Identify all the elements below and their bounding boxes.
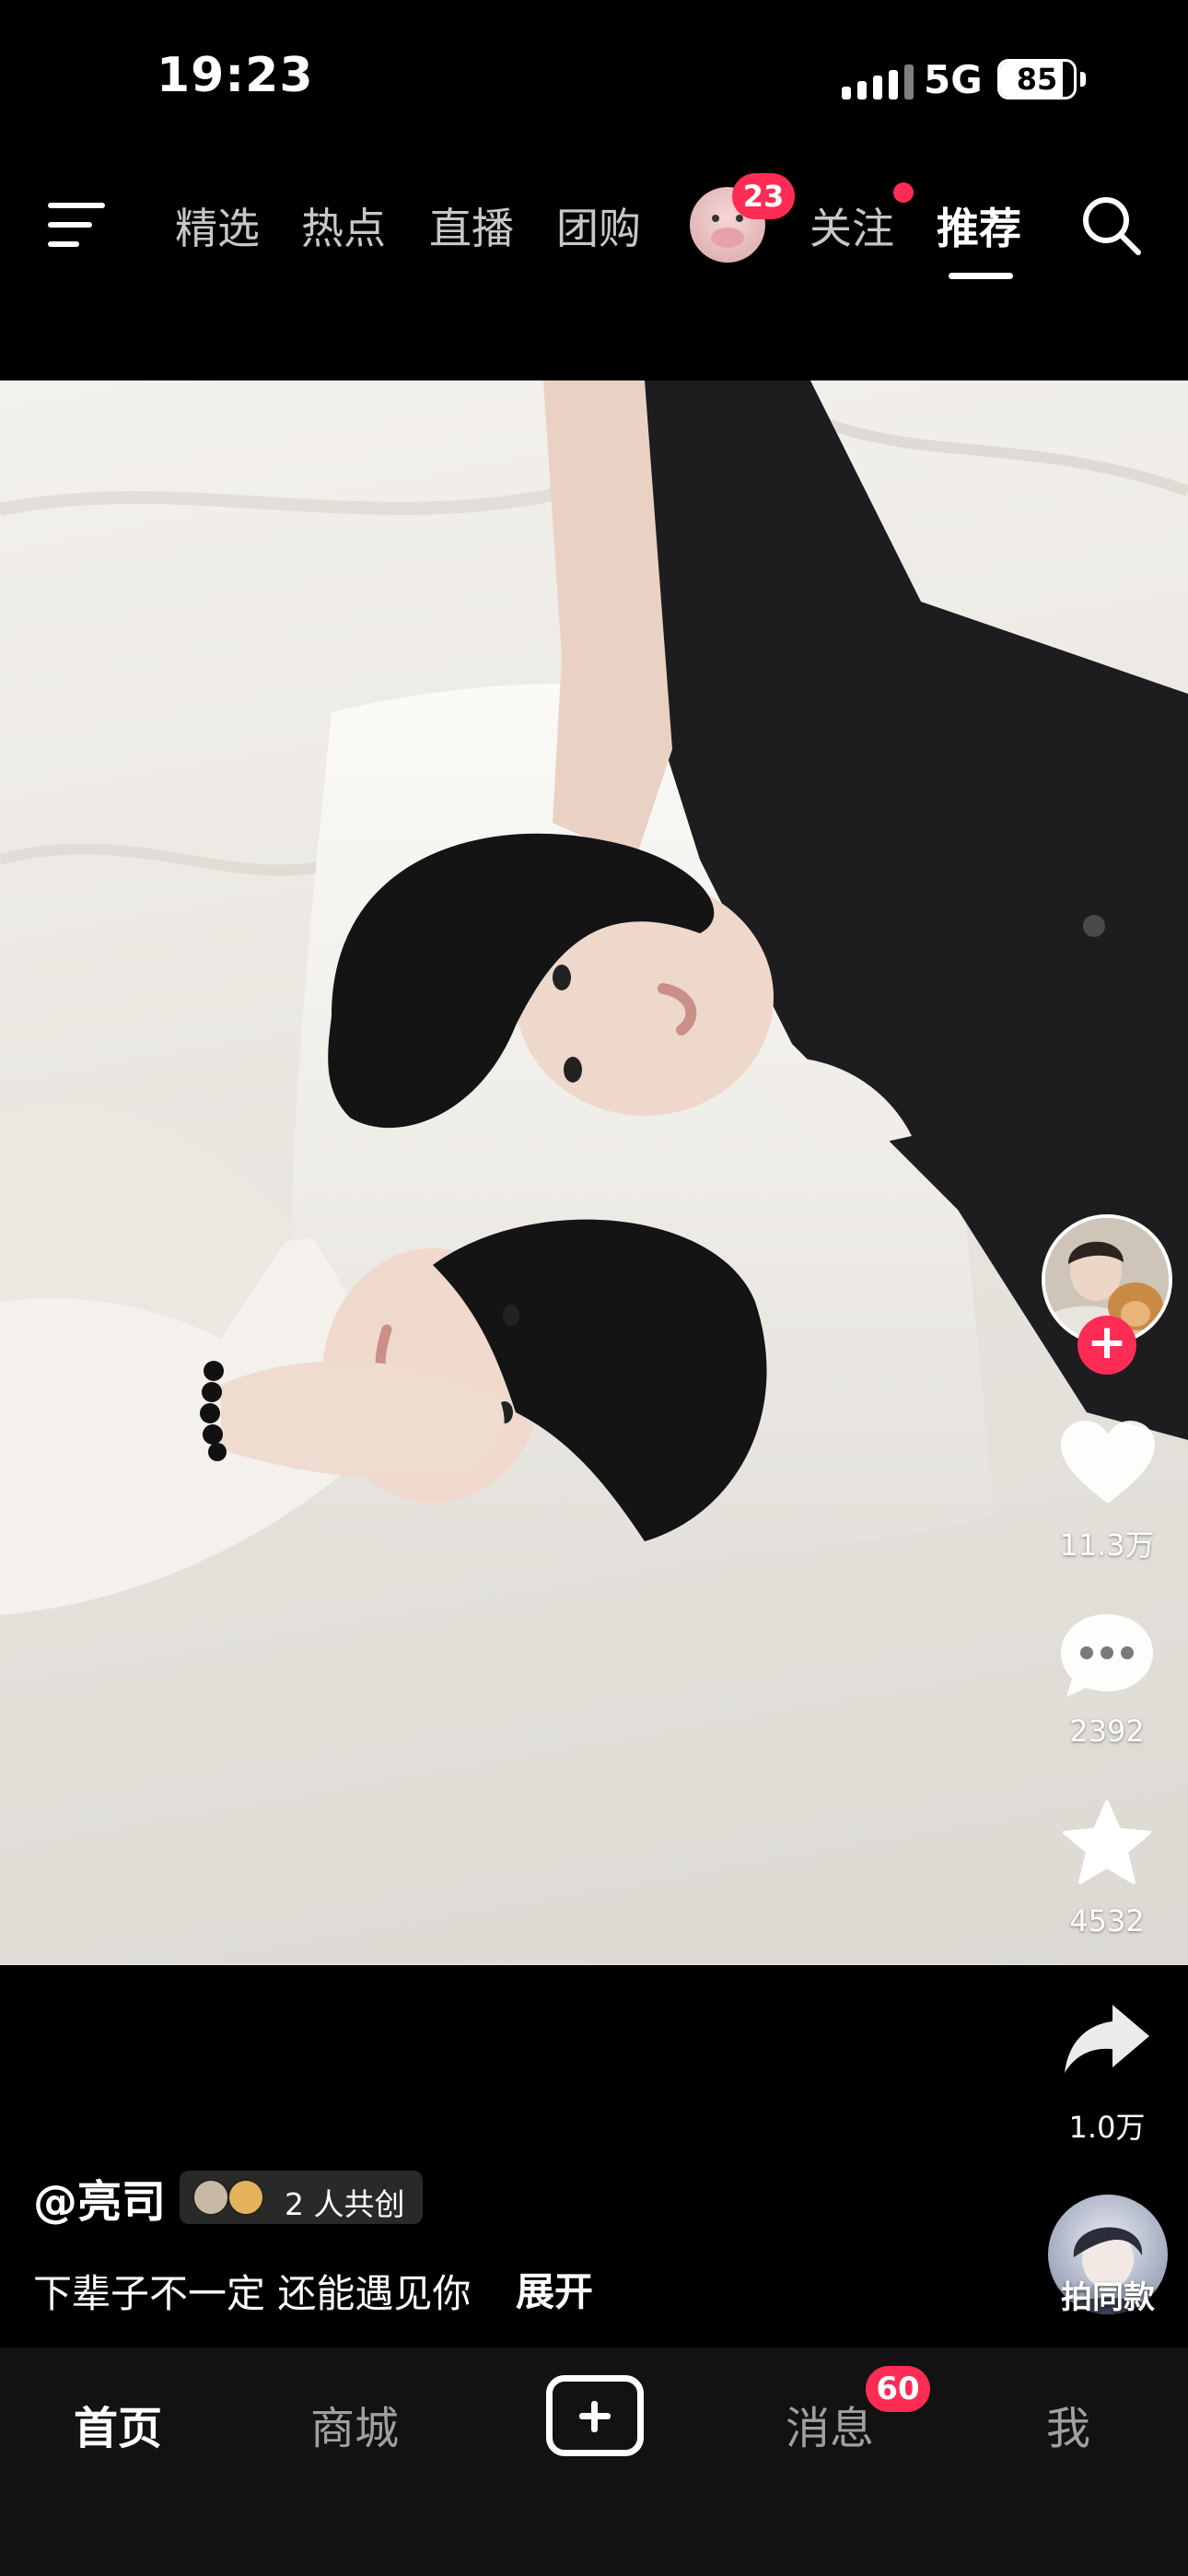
- cocreate-badge[interactable]: 2 人共创: [180, 2171, 423, 2224]
- notification-dot: [893, 182, 914, 203]
- video-image: [0, 381, 1188, 1615]
- video-caption: 下辈子不一定 还能遇见你: [33, 2271, 472, 2316]
- avatar-count-badge: 23: [732, 173, 795, 219]
- favorite-count: 4532: [1069, 1903, 1145, 1938]
- tab-me[interactable]: 我: [1046, 2392, 1090, 2456]
- share-count: 1.0万: [1068, 2110, 1146, 2145]
- messages-count-badge: 60: [866, 2366, 930, 2412]
- favorite-star-icon[interactable]: [1061, 1798, 1153, 1887]
- status-time: 19:23: [157, 48, 314, 103]
- tab-trending[interactable]: 热点: [301, 195, 386, 256]
- same-style-label[interactable]: 拍同款: [1048, 2272, 1168, 2317]
- tab-home[interactable]: 首页: [74, 2392, 162, 2456]
- like-count: 11.3万: [1059, 1528, 1155, 1563]
- network-type: 5G: [924, 57, 983, 102]
- tab-live[interactable]: 直播: [429, 195, 514, 256]
- cocreator-avatar: [192, 2179, 229, 2216]
- create-plus-button[interactable]: [546, 2375, 644, 2456]
- like-heart-icon[interactable]: [1057, 1419, 1159, 1507]
- comment-bubble-icon[interactable]: [1057, 1610, 1157, 1699]
- menu-icon[interactable]: [48, 201, 105, 249]
- tab-mall[interactable]: 商城: [310, 2392, 399, 2456]
- plus-icon: +: [1087, 1315, 1127, 1370]
- tab-group-buy[interactable]: 团购: [556, 195, 641, 256]
- battery-percent: 85: [1016, 62, 1058, 97]
- tab-following[interactable]: 关注: [809, 195, 894, 256]
- expand-caption-button[interactable]: 展开: [516, 2261, 593, 2317]
- pig-eye-icon: [712, 215, 719, 222]
- comment-count: 2392: [1069, 1714, 1145, 1749]
- tab-featured[interactable]: 精选: [175, 195, 260, 256]
- battery-cap: [1080, 72, 1086, 87]
- tab-recommended[interactable]: 推荐: [937, 195, 1021, 256]
- cocreator-avatar: [227, 2179, 264, 2216]
- share-arrow-icon[interactable]: [1061, 2001, 1153, 2078]
- pig-snout-icon: [711, 228, 744, 248]
- search-icon[interactable]: [1079, 193, 1144, 258]
- video-frame[interactable]: [0, 381, 1188, 1965]
- follow-button[interactable]: +: [1077, 1316, 1136, 1375]
- tab-messages[interactable]: 消息: [786, 2392, 874, 2456]
- author-name[interactable]: @亮司: [33, 2165, 166, 2230]
- cocreate-label: 2 人共创: [285, 2186, 405, 2222]
- active-tab-indicator: [949, 273, 1013, 279]
- cellular-signal-icon: [842, 64, 914, 100]
- battery-icon: 85: [997, 59, 1077, 100]
